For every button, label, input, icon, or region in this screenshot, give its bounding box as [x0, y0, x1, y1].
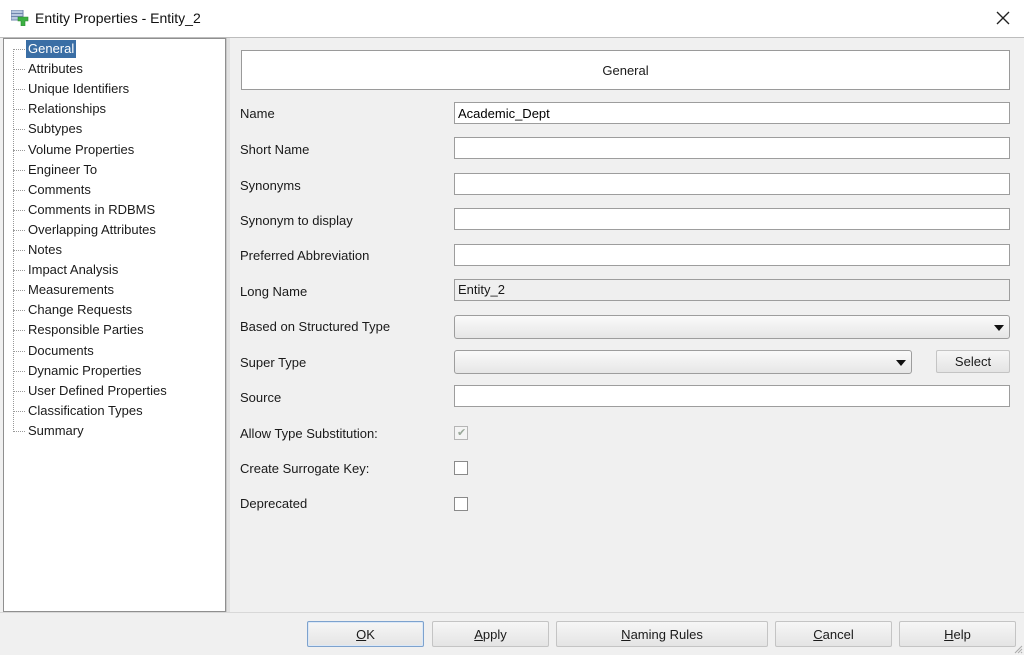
long-name-field: Entity_2	[454, 279, 1010, 301]
tree-connector-branch	[13, 169, 25, 171]
checkmark-icon: ✔	[457, 427, 467, 439]
tree-item-impact-analysis[interactable]: Impact Analysis	[26, 261, 120, 279]
allow-type-substitution-checkbox[interactable]: ✔	[454, 426, 468, 440]
synonyms-label: Synonyms	[240, 178, 301, 193]
name-label: Name	[240, 106, 275, 121]
tree-item-notes[interactable]: Notes	[26, 241, 64, 259]
deprecated-label: Deprecated	[240, 496, 308, 511]
synonym-display-label: Synonym to display	[240, 213, 353, 228]
tree-item-change-requests[interactable]: Change Requests	[26, 301, 134, 319]
chevron-down-icon	[994, 325, 1004, 331]
tree-item-relationships[interactable]: Relationships	[26, 100, 108, 118]
ok-label: K	[366, 626, 375, 642]
super-type-dropdown[interactable]	[454, 350, 912, 374]
tree-connector-branch	[13, 209, 25, 211]
source-input[interactable]	[454, 385, 1010, 407]
tree-item-summary[interactable]: Summary	[26, 422, 86, 440]
tree-connector-branch	[13, 69, 25, 71]
long-name-label: Long Name	[240, 284, 308, 299]
synonyms-input[interactable]	[454, 173, 1010, 195]
tree-connector-branch	[13, 89, 25, 91]
naming-rules-label: aming Rules	[630, 626, 703, 642]
tree-connector-branch	[13, 410, 25, 412]
tree-item-subtypes[interactable]: Subtypes	[26, 120, 84, 138]
naming-rules-button[interactable]: Naming Rules	[556, 621, 768, 647]
apply-button[interactable]: Apply	[432, 621, 549, 647]
section-header: General	[241, 50, 1010, 90]
navigation-tree: General Attributes Unique Identifiers Relat…	[3, 38, 226, 612]
tree-item-volume-properties[interactable]: Volume Properties	[26, 141, 136, 159]
preferred-abbreviation-label: Preferred Abbreviation	[240, 248, 370, 263]
short-name-label: Short Name	[240, 142, 310, 157]
based-on-structured-type-dropdown[interactable]	[454, 315, 1010, 339]
ok-button[interactable]: OK	[307, 621, 424, 647]
preferred-abbreviation-input[interactable]	[454, 244, 1010, 266]
tree-item-unique-identifiers[interactable]: Unique Identifiers	[26, 80, 131, 98]
ok-mnemonic: O	[356, 626, 367, 642]
tree-item-comments[interactable]: Comments	[26, 181, 93, 199]
tree-connector-branch	[13, 49, 25, 50]
tree-item-measurements[interactable]: Measurements	[26, 281, 116, 299]
tree-item-comments-in-rdbms[interactable]: Comments in RDBMS	[26, 201, 157, 219]
window-title: Entity Properties - Entity_2	[35, 10, 201, 26]
close-button[interactable]	[988, 6, 1018, 30]
tree-connector-line	[13, 49, 14, 432]
tree-connector-branch	[13, 109, 25, 111]
tree-connector-branch	[13, 430, 25, 432]
close-icon	[996, 11, 1010, 25]
help-mnemonic: H	[944, 626, 954, 642]
tree-connector-branch	[13, 189, 25, 191]
tree-item-responsible-parties[interactable]: Responsible Parties	[26, 321, 146, 339]
short-name-input[interactable]	[454, 137, 1010, 159]
cancel-mnemonic: C	[813, 626, 823, 642]
name-input[interactable]	[454, 102, 1010, 124]
create-surrogate-key-checkbox[interactable]	[454, 461, 468, 475]
tree-item-attributes[interactable]: Attributes	[26, 60, 85, 78]
tree-connector-branch	[13, 250, 25, 251]
tree-item-dynamic-properties[interactable]: Dynamic Properties	[26, 362, 143, 380]
based-on-structured-type-label: Based on Structured Type	[240, 319, 391, 334]
tree-connector-branch	[13, 350, 25, 352]
help-button[interactable]: Help	[899, 621, 1016, 647]
cancel-button[interactable]: Cancel	[775, 621, 892, 647]
tree-connector-branch	[13, 149, 25, 151]
chevron-down-icon	[896, 360, 906, 366]
tree-connector-branch	[13, 390, 25, 392]
help-label: elp	[953, 626, 971, 642]
dialog-footer: OK Apply Naming Rules Cancel Help	[0, 612, 1024, 655]
tree-connector-branch	[13, 290, 25, 292]
tree-connector-branch	[13, 129, 25, 131]
select-super-type-button[interactable]: Select	[936, 350, 1010, 373]
general-properties-panel: General Name Short Name Synonyms Synonym…	[230, 38, 1022, 612]
tree-connector-branch	[13, 310, 25, 312]
entity-table-icon	[11, 10, 29, 26]
create-surrogate-key-label: Create Surrogate Key:	[240, 461, 370, 476]
tree-item-engineer-to[interactable]: Engineer To	[26, 161, 99, 179]
synonym-display-input[interactable]	[454, 208, 1010, 230]
resize-grip-icon[interactable]	[1013, 644, 1023, 654]
tree-connector-branch	[13, 270, 25, 272]
naming-rules-mnemonic: N	[621, 626, 631, 642]
super-type-label: Super Type	[240, 355, 307, 370]
tree-connector-branch	[13, 370, 25, 372]
title-bar: Entity Properties - Entity_2	[0, 0, 1024, 38]
source-label: Source	[240, 390, 282, 405]
apply-mnemonic: A	[474, 626, 483, 642]
tree-connector-branch	[13, 330, 25, 332]
tree-item-classification-types[interactable]: Classification Types	[26, 402, 145, 420]
allow-type-substitution-label: Allow Type Substitution:	[240, 426, 378, 441]
tree-item-documents[interactable]: Documents	[26, 342, 96, 360]
tree-item-general[interactable]: General	[26, 40, 77, 58]
deprecated-checkbox[interactable]	[454, 497, 468, 511]
tree-item-user-defined-properties[interactable]: User Defined Properties	[26, 382, 169, 400]
tree-item-overlapping-attributes[interactable]: Overlapping Attributes	[26, 221, 158, 239]
tree-connector-branch	[13, 229, 25, 231]
cancel-label: ancel	[822, 626, 854, 642]
apply-label: pply	[482, 626, 507, 642]
